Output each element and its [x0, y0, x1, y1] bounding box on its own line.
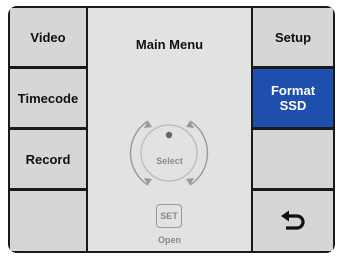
center-panel: Main Menu Select SET Open [88, 8, 251, 251]
main-menu-panel: Video Timecode Record Main Menu Select S… [8, 6, 335, 253]
empty-right-button[interactable] [253, 130, 333, 188]
dial-label: Select [156, 156, 183, 166]
dial-indicator-dot [165, 131, 173, 139]
set-button[interactable]: SET [156, 204, 182, 228]
back-arrow-icon [281, 210, 305, 230]
open-label: Open [157, 235, 181, 245]
timecode-button[interactable]: Timecode [10, 69, 86, 127]
setup-button[interactable]: Setup [253, 8, 333, 66]
video-button[interactable]: Video [10, 8, 86, 66]
empty-left-button[interactable] [10, 191, 86, 251]
back-button[interactable] [253, 191, 333, 251]
format-ssd-button[interactable]: Format SSD [253, 69, 333, 127]
record-button[interactable]: Record [10, 130, 86, 188]
